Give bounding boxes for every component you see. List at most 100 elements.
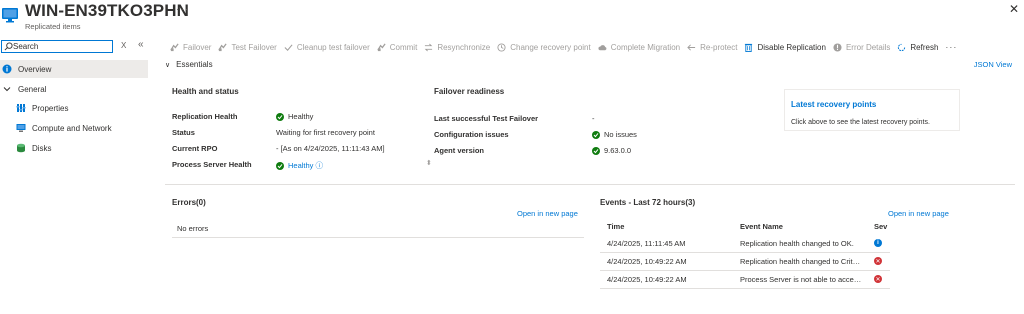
info-icon — [2, 64, 12, 74]
info-icon: i — [874, 239, 882, 247]
column-header-time[interactable]: Time — [607, 222, 732, 231]
monitor-icon — [16, 124, 26, 132]
history-icon — [497, 42, 506, 52]
chevron-down-icon: ∨ — [165, 61, 171, 69]
cleanup-test-failover-button[interactable]: Cleanup test failover — [284, 43, 370, 52]
cloud-icon — [598, 44, 607, 50]
nav-item-compute-and-network[interactable]: Compute and Network — [0, 119, 148, 137]
replication-health-label: Replication Health — [172, 112, 238, 121]
event-name: Replication health changed to OK. — [740, 239, 854, 248]
refresh-button[interactable]: Refresh — [897, 43, 938, 52]
search-input[interactable] — [13, 41, 111, 52]
nav-item-properties[interactable]: Properties — [0, 99, 148, 117]
failover-icon — [170, 43, 179, 51]
last-test-failover-label: Last successful Test Failover — [434, 114, 539, 123]
toolbar-label: Re-protect — [700, 42, 738, 52]
process-server-health-link[interactable]: Healthy ⓘ — [288, 160, 323, 171]
success-check-icon — [592, 146, 600, 155]
properties-icon — [16, 104, 26, 112]
checkmark-icon — [284, 43, 293, 51]
replication-health-value: Healthy — [276, 112, 313, 121]
chevron-down-icon — [3, 87, 11, 92]
search-icon — [4, 42, 13, 51]
arrow-left-icon — [687, 43, 696, 51]
toolbar-label: Complete Migration — [610, 42, 681, 52]
failover-button[interactable]: Failover — [170, 43, 211, 52]
nav-item-overview[interactable]: Overview — [0, 60, 148, 78]
nav-item-label: Overview — [18, 64, 52, 74]
column-header-severity[interactable]: Sev — [874, 222, 890, 231]
agent-version-value: 9.63.0.0 — [592, 146, 631, 155]
value-text: No issues — [604, 130, 637, 139]
sync-arrows-icon — [425, 43, 433, 51]
toolbar-label: Resynchronize — [437, 42, 491, 52]
error-details-button[interactable]: Error Details — [833, 43, 890, 52]
refresh-icon — [898, 43, 906, 51]
event-time: 4/24/2025, 11:11:45 AM — [607, 239, 686, 248]
toolbar-label: Change recovery point — [510, 42, 591, 52]
value-text: 9.63.0.0 — [604, 146, 632, 155]
column-header-event-name[interactable]: Event Name — [740, 222, 868, 231]
table-row[interactable]: 4/24/2025, 11:11:45 AM Replication healt… — [600, 235, 890, 253]
test-failover-icon — [218, 43, 228, 51]
severity-cell: ✕ — [874, 275, 890, 283]
last-test-failover-value: - — [592, 114, 595, 123]
toolbar-label: Cleanup test failover — [296, 42, 370, 52]
page-title: WIN-EN39TKO3PHN — [25, 1, 189, 20]
table-row[interactable]: 4/24/2025, 10:49:22 AM Process Server is… — [600, 271, 890, 289]
current-rpo-value: - [As on 4/24/2025, 11:11:43 AM] — [276, 144, 385, 153]
configuration-issues-value: No issues — [592, 130, 637, 139]
table-row[interactable]: 4/24/2025, 10:49:22 AM Replication healt… — [600, 253, 890, 271]
latest-recovery-points-card[interactable]: Latest recovery points Click above to se… — [784, 89, 960, 131]
nav-item-label: General — [18, 84, 47, 94]
command-bar: Failover Test Failover Cleanup test fail… — [170, 40, 957, 54]
page-subtitle: Replicated items — [25, 22, 81, 31]
close-button[interactable]: ✕ — [1009, 2, 1019, 16]
commit-button[interactable]: Commit — [377, 42, 418, 52]
status-label: Status — [172, 128, 195, 137]
events-open-new-page-link[interactable]: Open in new page — [888, 209, 949, 218]
essentials-toggle[interactable]: ∨ Essentials — [165, 60, 213, 69]
resynchronize-button[interactable]: Resynchronize — [424, 43, 490, 52]
errors-open-new-page-link[interactable]: Open in new page — [517, 209, 578, 218]
test-failover-button[interactable]: Test Failover — [218, 43, 277, 52]
disk-icon — [17, 143, 25, 153]
nav-item-disks[interactable]: Disks — [0, 139, 148, 157]
error-icon: ✕ — [874, 257, 882, 265]
nav-item-label: Compute and Network — [32, 123, 112, 133]
change-recovery-point-button[interactable]: Change recovery point — [497, 43, 591, 52]
disable-replication-button[interactable]: Disable Replication — [744, 42, 826, 52]
header-more-button[interactable]: ··· — [176, 4, 189, 15]
blade-header: WIN-EN39TKO3PHN Replicated items ··· ✕ — [0, 0, 1024, 36]
success-check-icon — [276, 112, 284, 121]
event-time: 4/24/2025, 10:49:22 AM — [607, 257, 687, 266]
no-errors-text: No errors — [177, 224, 209, 233]
success-check-icon — [592, 130, 600, 139]
collapse-nav-button[interactable]: « — [138, 39, 144, 50]
latest-recovery-points-description: Click above to see the latest recovery p… — [791, 119, 930, 126]
severity-cell: i — [874, 239, 890, 247]
latest-recovery-points-link[interactable]: Latest recovery points — [791, 100, 876, 109]
process-server-health-label: Process Server Health — [172, 160, 252, 169]
nav-group-general[interactable]: General — [0, 80, 148, 98]
error-circle-icon — [833, 42, 842, 52]
commit-icon — [377, 43, 386, 51]
nav-item-label: Properties — [32, 103, 69, 113]
toolbar-label: Failover — [183, 42, 212, 52]
delete-icon — [745, 43, 753, 52]
json-view-link[interactable]: JSON View — [974, 60, 1012, 69]
toolbar-label: Commit — [389, 42, 418, 52]
toolbar-label: Disable Replication — [757, 42, 826, 52]
resize-handle-icon[interactable]: ⬍ — [426, 159, 432, 167]
toolbar-more-button[interactable]: ··· — [945, 42, 957, 52]
event-time: 4/24/2025, 10:49:22 AM — [607, 275, 687, 284]
complete-migration-button[interactable]: Complete Migration — [598, 43, 680, 52]
re-protect-button[interactable]: Re-protect — [687, 43, 737, 52]
clear-search-button[interactable]: X — [121, 41, 126, 50]
event-name: Process Server is not able to acce… — [740, 275, 862, 284]
search-box[interactable] — [1, 40, 113, 53]
failover-readiness-heading: Failover readiness — [434, 87, 505, 96]
severity-cell: ✕ — [874, 257, 890, 265]
process-server-health-value[interactable]: Healthy ⓘ — [276, 160, 323, 171]
current-rpo-label: Current RPO — [172, 144, 218, 153]
